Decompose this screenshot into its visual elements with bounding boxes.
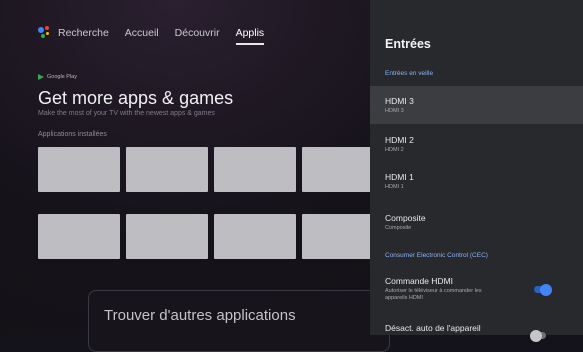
- store-headline[interactable]: Get more apps & games: [38, 88, 233, 109]
- app-tile[interactable]: [214, 147, 296, 192]
- input-title: Composite: [385, 213, 426, 223]
- app-tile[interactable]: [214, 214, 296, 259]
- app-tile[interactable]: [302, 214, 372, 259]
- input-title: HDMI 1: [385, 172, 414, 182]
- tab-discover[interactable]: Découvrir: [175, 27, 220, 39]
- top-navigation: Recherche Accueil Découvrir Applis: [38, 22, 280, 45]
- cec-item-title: Désact. auto de l'appareil: [385, 323, 481, 333]
- input-subtitle: HDMI 1: [385, 184, 404, 190]
- google-assistant-icon[interactable]: [38, 26, 52, 40]
- installed-apps-title: Applications installées: [38, 131, 107, 138]
- find-more-apps-label: Trouver d'autres applications: [104, 307, 296, 324]
- tab-search[interactable]: Recherche: [58, 27, 109, 39]
- google-play-label: Google Play: [47, 74, 77, 80]
- store-subline: Make the most of your TV with the newest…: [38, 110, 215, 117]
- cec-item-title: Commande HDMI: [385, 276, 454, 286]
- cec-hdmi-control[interactable]: Commande HDMI Autoriser le téléviseur à …: [370, 268, 583, 310]
- tab-home[interactable]: Accueil: [125, 27, 159, 39]
- input-composite[interactable]: Composite Composite: [370, 200, 583, 238]
- hdmi-control-toggle[interactable]: [534, 283, 552, 296]
- input-title: HDMI 3: [385, 96, 414, 106]
- input-hdmi-1[interactable]: HDMI 1 HDMI 1: [370, 162, 583, 200]
- app-tile[interactable]: [38, 147, 120, 192]
- input-subtitle: HDMI 2: [385, 147, 404, 153]
- cec-auto-off[interactable]: Désact. auto de l'appareil: [370, 314, 583, 342]
- panel-title: Entrées: [385, 37, 431, 51]
- toggle-knob: [540, 283, 552, 296]
- tab-apps[interactable]: Applis: [235, 27, 264, 45]
- toggle-knob: [530, 329, 542, 342]
- section-cec: Consumer Electronic Control (CEC): [385, 252, 488, 259]
- input-title: HDMI 2: [385, 135, 414, 145]
- google-play-badge: Google Play: [38, 74, 77, 80]
- auto-off-toggle[interactable]: [530, 329, 546, 342]
- app-tile[interactable]: [126, 214, 208, 259]
- input-subtitle: HDMI 3: [385, 108, 404, 114]
- google-play-icon: [38, 74, 44, 80]
- app-tile[interactable]: [38, 214, 120, 259]
- cec-item-subtitle-2: appareils HDMI: [385, 295, 423, 301]
- input-hdmi-3[interactable]: HDMI 3 HDMI 3: [370, 86, 583, 124]
- cec-item-subtitle: Autoriser le téléviseur à commander les: [385, 288, 482, 294]
- section-standby-inputs: Entrées en veille: [385, 70, 434, 77]
- input-subtitle: Composite: [385, 225, 412, 231]
- input-hdmi-2[interactable]: HDMI 2 HDMI 2: [370, 124, 583, 162]
- app-tile[interactable]: [302, 147, 372, 192]
- app-tile[interactable]: [126, 147, 208, 192]
